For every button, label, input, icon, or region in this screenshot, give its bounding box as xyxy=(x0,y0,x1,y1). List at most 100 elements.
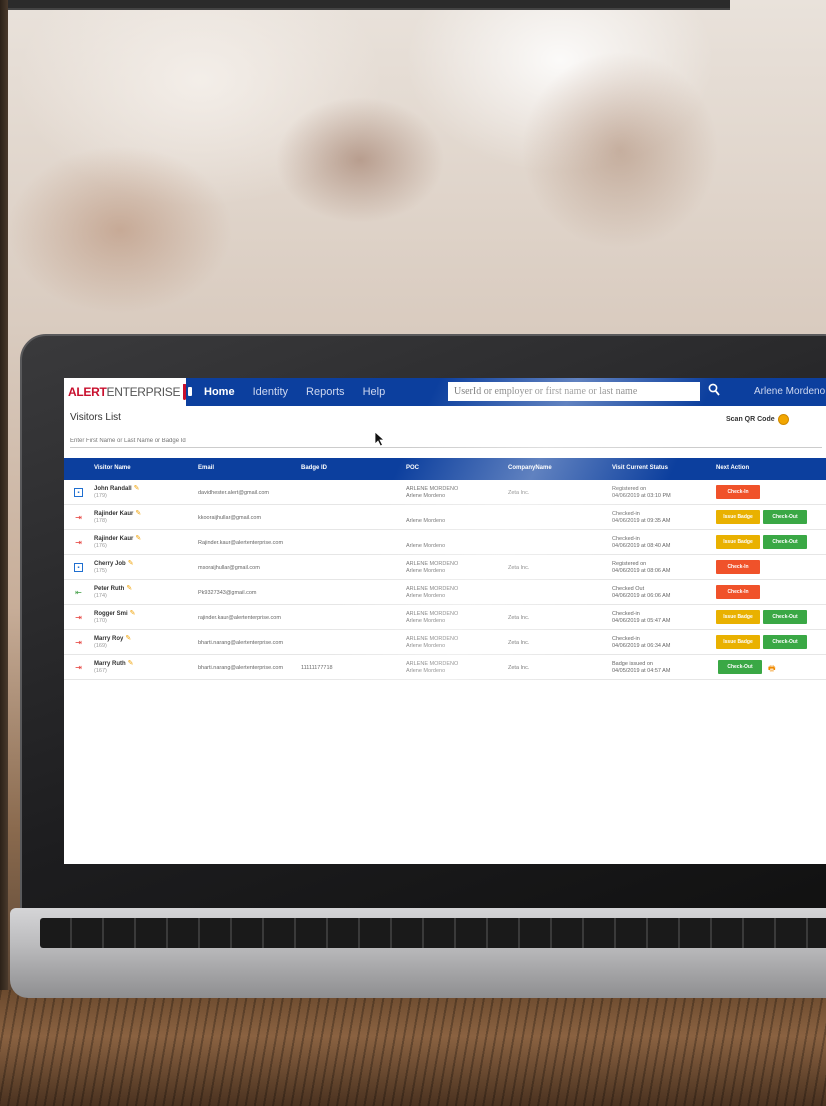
search-icon[interactable] xyxy=(708,383,720,397)
nav-identity[interactable]: Identity xyxy=(253,386,288,398)
status-label: Checked-in xyxy=(612,636,640,642)
visitor-name[interactable]: Rogger Smi xyxy=(94,611,128,617)
search-input[interactable] xyxy=(448,382,700,401)
poc-upper: ARLENE MORDENO xyxy=(406,636,459,642)
left-frame-edge xyxy=(0,0,8,1106)
status-label: Checked Out xyxy=(612,586,645,592)
visitor-name[interactable]: Cherry Job xyxy=(94,561,126,567)
table-row[interactable]: ⇥ Rajinder Kaur ✎ (178) kkooraijhullar@gm… xyxy=(64,505,826,530)
col-visit-status[interactable]: Visit Current Status xyxy=(612,465,668,471)
col-visitor-name[interactable]: Visitor Name xyxy=(94,465,131,471)
laptop-keyboard xyxy=(40,918,826,948)
table-row[interactable]: ⇥ Marry Roy ✎ (169) bharti.narang@alerten… xyxy=(64,630,826,655)
table-row[interactable]: ⇤ Peter Ruth ✎ (174) Pk9327343@gmail.com … xyxy=(64,580,826,605)
poc-upper: ARLENE MORDENO xyxy=(406,611,459,617)
top-frame-bar xyxy=(0,0,730,10)
edit-pencil-icon[interactable]: ✎ xyxy=(134,485,140,492)
col-company-name[interactable]: CompanyName xyxy=(508,465,552,471)
nav-help[interactable]: Help xyxy=(363,386,386,398)
visitor-name[interactable]: John Randall xyxy=(94,486,132,492)
table-header: Visitor Name Email Badge ID POC CompanyN… xyxy=(64,458,826,480)
status-time: 04/06/2019 at 09:35 AM xyxy=(612,518,671,524)
issue-badge-button[interactable]: Issue Badge xyxy=(716,635,760,649)
table-row[interactable]: ▪ John Randall ✎ (179) davidhester.alert@… xyxy=(64,480,826,505)
check-out-button[interactable]: Check-Out xyxy=(763,510,807,524)
visitor-name[interactable]: Rajinder Kaur xyxy=(94,536,133,542)
col-next-action[interactable]: Next Action xyxy=(716,465,749,471)
visitor-email: bharti.narang@alertenterprise.com xyxy=(198,640,284,646)
issue-badge-button[interactable]: Issue Badge xyxy=(716,510,760,524)
poc-upper: ARLENE MORDENO xyxy=(406,586,459,592)
status-label: Checked-in xyxy=(612,511,640,517)
poc-name: Arlene Mordeno xyxy=(406,643,446,649)
visitor-name[interactable]: Peter Ruth xyxy=(94,586,124,592)
mouse-cursor-icon xyxy=(374,431,386,447)
registered-id-icon: ▪ xyxy=(74,563,83,572)
edit-pencil-icon[interactable]: ✎ xyxy=(135,535,141,542)
check-in-button[interactable]: Check-In xyxy=(716,560,760,574)
scan-qr-label: Scan QR Code xyxy=(726,416,775,423)
col-poc[interactable]: POC xyxy=(406,465,419,471)
check-in-button[interactable]: Check-In xyxy=(716,485,760,499)
col-badge-id[interactable]: Badge ID xyxy=(301,465,327,471)
laptop-screen: ALERT ENTERPRISE Home Identity Reports H… xyxy=(64,378,826,864)
issue-badge-button[interactable]: Issue Badge xyxy=(716,535,760,549)
logo-alert-text: ALERT xyxy=(68,385,107,399)
edit-pencil-icon[interactable]: ✎ xyxy=(126,585,132,592)
nav-home[interactable]: Home xyxy=(204,386,235,398)
poc-name: Arlene Mordeno xyxy=(406,518,446,524)
print-icon[interactable]: 🖶 xyxy=(768,663,776,677)
poc-name: Arlene Mordeno xyxy=(406,618,446,624)
table-row[interactable]: ▪ Cherry Job ✎ (175) msoraijhullar@gmail.… xyxy=(64,555,826,580)
company-name: Zeta Inc. xyxy=(508,565,530,571)
visitor-id: (169) xyxy=(94,643,107,649)
visitor-email: rajinder.kaur@alertenterprise.com xyxy=(198,615,281,621)
wooden-table xyxy=(0,990,826,1106)
table-row[interactable]: ⇥ Rajinder Kaur ✎ (176) Rajinder.kaur@ale… xyxy=(64,530,826,555)
visitor-email: Rajinder.kaur@alertenterprise.com xyxy=(198,540,284,546)
visitor-email: bharti.narang@alertenterprise.com xyxy=(198,665,284,671)
table-row[interactable]: ⇥ Marry Ruth ✎ (167) bharti.narang@alerte… xyxy=(64,655,826,680)
user-menu[interactable]: Arlene Mordeno xyxy=(754,386,825,397)
poc-name: Arlene Mordeno xyxy=(406,493,446,499)
check-out-button[interactable]: Check-Out xyxy=(718,660,762,674)
check-in-button[interactable]: Check-In xyxy=(716,585,760,599)
edit-pencil-icon[interactable]: ✎ xyxy=(130,610,136,617)
scan-qr-button[interactable]: Scan QR Code xyxy=(726,414,789,425)
visitor-filter-input[interactable] xyxy=(70,434,822,448)
alertenterprise-logo[interactable]: ALERT ENTERPRISE xyxy=(64,378,192,406)
status-time: 04/06/2019 at 08:40 AM xyxy=(612,543,671,549)
edit-pencil-icon[interactable]: ✎ xyxy=(128,560,134,567)
visitor-email: kkooraijhullar@gmail.com xyxy=(198,515,262,521)
col-email[interactable]: Email xyxy=(198,465,214,471)
visitor-email: Pk9327343@gmail.com xyxy=(198,590,257,596)
status-label: Registered on xyxy=(612,561,647,567)
visitor-name[interactable]: Marry Ruth xyxy=(94,661,126,667)
registered-id-icon: ▪ xyxy=(74,488,83,497)
status-label: Checked-in xyxy=(612,611,640,617)
check-out-icon: ⇤ xyxy=(75,588,82,597)
status-time: 04/05/2019 at 04:57 AM xyxy=(612,668,671,674)
visitor-id: (179) xyxy=(94,493,107,499)
poc-name: Arlene Mordeno xyxy=(406,568,446,574)
visitor-id: (167) xyxy=(94,668,107,674)
poc-upper: ARLENE MORDENO xyxy=(406,661,459,667)
nav-reports[interactable]: Reports xyxy=(306,386,345,398)
top-navbar: ALERT ENTERPRISE Home Identity Reports H… xyxy=(64,378,826,406)
issue-badge-button[interactable]: Issue Badge xyxy=(716,610,760,624)
edit-pencil-icon[interactable]: ✎ xyxy=(135,510,141,517)
visitor-id: (170) xyxy=(94,618,107,624)
table-row[interactable]: ⇥ Rogger Smi ✎ (170) rajinder.kaur@alerte… xyxy=(64,605,826,630)
edit-pencil-icon[interactable]: ✎ xyxy=(125,635,131,642)
status-label: Checked-in xyxy=(612,536,640,542)
company-name: Zeta Inc. xyxy=(508,490,530,496)
check-out-button[interactable]: Check-Out xyxy=(763,635,807,649)
poc-name: Arlene Mordeno xyxy=(406,543,446,549)
edit-pencil-icon[interactable]: ✎ xyxy=(128,660,134,667)
visitor-name[interactable]: Rajinder Kaur xyxy=(94,511,133,517)
qr-code-icon xyxy=(777,414,789,425)
poc-upper: ARLENE MORDENO xyxy=(406,486,459,492)
check-out-button[interactable]: Check-Out xyxy=(763,610,807,624)
visitor-name[interactable]: Marry Roy xyxy=(94,636,123,642)
check-out-button[interactable]: Check-Out xyxy=(763,535,807,549)
